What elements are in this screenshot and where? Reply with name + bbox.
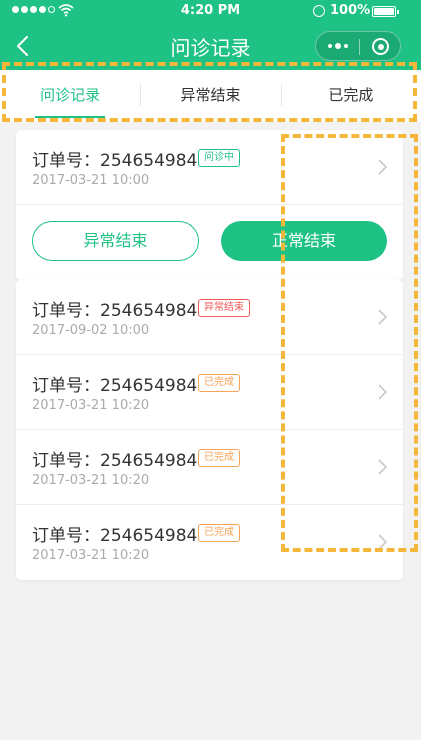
list-item[interactable]: 订单号：254654984 已完成 2017-03-21 10:20 (16, 355, 403, 430)
order-number: 订单号：254654984 (32, 451, 198, 471)
status-badge: 已完成 (198, 374, 240, 392)
tab-consultation-records[interactable]: 问诊记录 (0, 70, 140, 122)
order-date: 2017-03-21 10:20 (32, 473, 150, 488)
chevron-right-icon (378, 384, 388, 400)
order-date: 2017-03-21 10:20 (32, 548, 150, 563)
list-item[interactable]: 订单号：254654984 已完成 2017-03-21 10:20 (16, 430, 403, 505)
nav-bar: 问诊记录 (0, 22, 421, 70)
battery-percent: 100% (330, 3, 371, 18)
list-item[interactable]: 订单号：254654984 已完成 2017-03-21 10:20 (16, 505, 403, 580)
status-badge: 异常结束 (198, 299, 250, 317)
normal-end-button[interactable]: 正常结束 (221, 221, 387, 261)
tab-abnormal-end[interactable]: 异常结束 (140, 70, 280, 122)
chevron-right-icon (378, 459, 388, 475)
tab-label: 问诊记录 (40, 86, 101, 104)
status-badge: 已完成 (198, 524, 240, 542)
content-area: 订单号：254654984 问诊中 2017-03-21 10:00 异常结束 … (0, 122, 421, 740)
order-number: 订单号：254654984 (32, 151, 198, 171)
status-badge: 问诊中 (198, 149, 240, 167)
order-date: 2017-03-21 10:20 (32, 398, 150, 413)
chevron-right-icon (378, 309, 388, 325)
order-date: 2017-09-02 10:00 (32, 323, 150, 338)
tab-bar: 问诊记录 异常结束 已完成 (0, 70, 421, 122)
action-row: 异常结束 正常结束 (16, 205, 403, 280)
tab-label: 异常结束 (180, 86, 241, 104)
order-date: 2017-03-21 10:00 (32, 173, 150, 188)
active-consultation-card: 订单号：254654984 问诊中 2017-03-21 10:00 异常结束 … (16, 130, 403, 280)
chevron-right-icon (378, 534, 388, 550)
mini-program-capsule (315, 31, 401, 61)
tab-completed[interactable]: 已完成 (280, 70, 421, 122)
orientation-lock-icon (313, 5, 325, 17)
battery-icon (372, 6, 399, 17)
abnormal-end-button[interactable]: 异常结束 (32, 221, 199, 261)
close-target-icon[interactable] (372, 38, 389, 55)
list-item[interactable]: 订单号：254654984 问诊中 2017-03-21 10:00 (16, 130, 403, 205)
tab-active-indicator (35, 116, 106, 118)
app-header: 4:20 PM 100% 问诊记录 (0, 0, 421, 70)
chevron-right-icon (378, 159, 388, 175)
status-badge: 已完成 (198, 449, 240, 467)
order-number: 订单号：254654984 (32, 376, 198, 396)
more-icon[interactable] (328, 43, 348, 49)
tab-label: 已完成 (328, 86, 374, 104)
order-list-card: 订单号：254654984 异常结束 2017-09-02 10:00 订单号：… (16, 280, 403, 580)
order-number: 订单号：254654984 (32, 526, 198, 546)
status-bar: 4:20 PM 100% (0, 0, 421, 22)
order-number: 订单号：254654984 (32, 301, 198, 321)
list-item[interactable]: 订单号：254654984 异常结束 2017-09-02 10:00 (16, 280, 403, 355)
